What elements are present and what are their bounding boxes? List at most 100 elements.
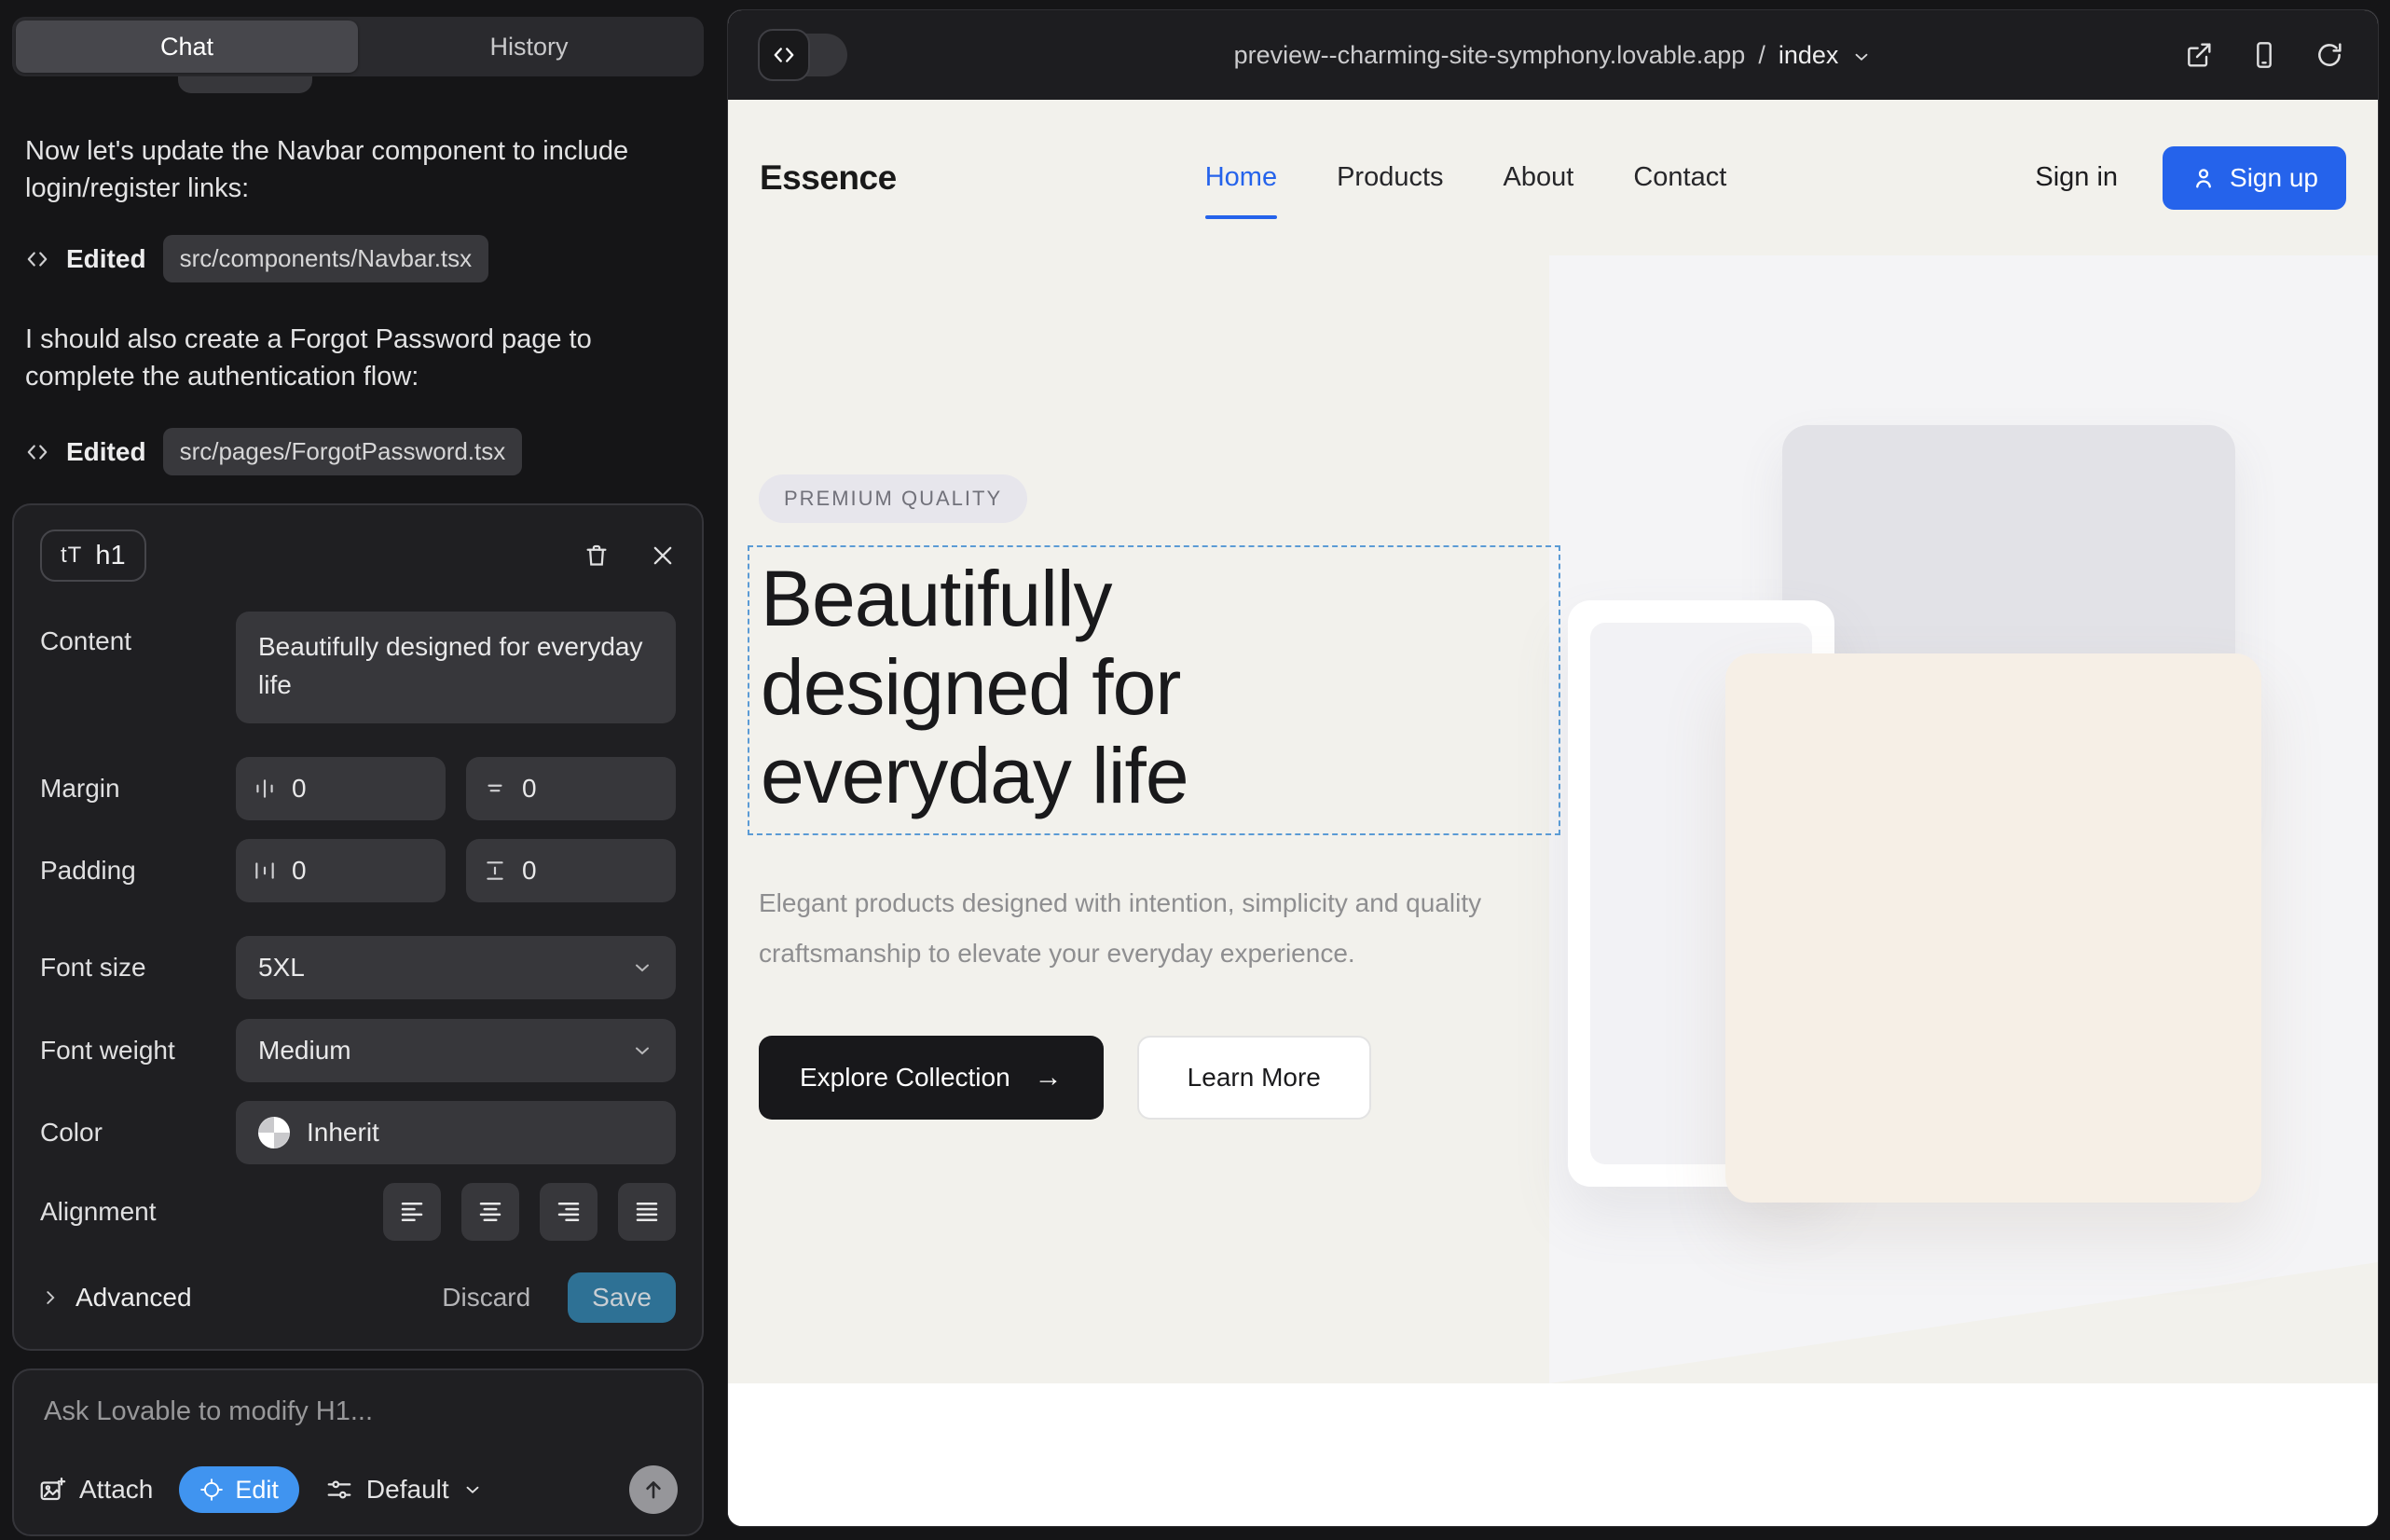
alignment-row: Alignment	[40, 1183, 676, 1241]
font-weight-label: Font weight	[40, 1036, 236, 1066]
chat-message-list[interactable]: Now let's update the Navbar component to…	[12, 76, 704, 503]
prompt-actions: Attach Edit Default	[38, 1465, 678, 1514]
advanced-label: Advanced	[76, 1283, 192, 1313]
edited-label: Edited	[66, 244, 146, 274]
default-label: Default	[366, 1475, 449, 1505]
margin-y-field[interactable]	[466, 757, 676, 820]
nav-link-products[interactable]: Products	[1337, 162, 1443, 193]
code-preview-toggle[interactable]	[762, 34, 847, 76]
nav-links: Home Products About Contact	[897, 162, 2036, 193]
attach-button[interactable]: Attach	[38, 1475, 153, 1505]
padding-y-input[interactable]	[522, 856, 578, 886]
hero-content: PREMIUM QUALITY Beautifully designed for…	[748, 474, 1560, 1120]
content-label: Content	[40, 612, 236, 656]
code-icon	[25, 440, 49, 464]
selection-outline[interactable]: Beautifully designed for everyday life	[748, 545, 1560, 835]
close-editor-button[interactable]	[650, 543, 676, 569]
hero-section: PREMIUM QUALITY Beautifully designed for…	[728, 255, 2378, 1383]
edited-file-row[interactable]: Edited src/pages/ForgotPassword.tsx	[25, 428, 691, 475]
explore-collection-button[interactable]: Explore Collection →	[759, 1036, 1104, 1120]
align-justify-button[interactable]	[618, 1183, 676, 1241]
arrow-right-icon: →	[1035, 1062, 1063, 1093]
url-bar[interactable]: preview--charming-site-symphony.lovable.…	[728, 41, 2378, 70]
toolbar-actions	[2184, 40, 2344, 70]
quality-badge: PREMIUM QUALITY	[759, 474, 1027, 523]
chevron-down-icon	[1851, 47, 1872, 67]
sign-in-button[interactable]: Sign in	[2035, 162, 2118, 193]
hero-cta-group: Explore Collection → Learn More	[759, 1036, 1560, 1120]
attach-label: Attach	[79, 1475, 153, 1505]
mobile-view-button[interactable]	[2249, 40, 2279, 70]
nav-link-contact[interactable]: Contact	[1633, 162, 1726, 193]
padding-y-field[interactable]	[466, 839, 676, 902]
edited-label: Edited	[66, 437, 146, 467]
model-default-selector[interactable]: Default	[325, 1475, 483, 1505]
content-input[interactable]: Beautifully designed for everyday life	[236, 612, 676, 723]
hero-heading[interactable]: Beautifully designed for everyday life	[761, 555, 1547, 820]
margin-vertical-icon	[483, 777, 507, 801]
sign-up-label: Sign up	[2230, 163, 2318, 193]
code-icon	[25, 247, 49, 271]
align-left-button[interactable]	[383, 1183, 441, 1241]
attach-image-icon	[38, 1476, 66, 1504]
delete-element-button[interactable]	[583, 542, 611, 570]
align-right-button[interactable]	[540, 1183, 598, 1241]
font-size-select[interactable]: 5XL	[236, 936, 676, 999]
font-size-row: Font size 5XL	[40, 936, 676, 999]
align-center-icon	[476, 1198, 504, 1226]
sign-up-button[interactable]: Sign up	[2163, 146, 2346, 210]
refresh-button[interactable]	[2314, 40, 2344, 70]
color-swatch	[258, 1117, 290, 1148]
prompt-input[interactable]	[38, 1389, 678, 1465]
discard-button[interactable]: Discard	[442, 1283, 530, 1313]
margin-label: Margin	[40, 774, 236, 804]
site-white-section	[728, 1383, 2378, 1526]
padding-vertical-icon	[483, 859, 507, 883]
file-chip[interactable]: src/pages/ForgotPassword.tsx	[163, 428, 523, 475]
align-center-button[interactable]	[461, 1183, 519, 1241]
save-button[interactable]: Save	[568, 1272, 676, 1323]
margin-row: Margin	[40, 757, 676, 820]
preview-url: preview--charming-site-symphony.lovable.…	[1234, 41, 1746, 70]
nav-link-home[interactable]: Home	[1205, 162, 1277, 193]
typography-icon: tT	[61, 543, 82, 569]
font-weight-select[interactable]: Medium	[236, 1019, 676, 1082]
margin-horizontal-icon	[253, 777, 277, 801]
edit-mode-button[interactable]: Edit	[179, 1466, 299, 1513]
chat-message: Now let's update the Navbar component to…	[25, 132, 674, 207]
open-external-button[interactable]	[2184, 40, 2214, 70]
tab-history[interactable]: History	[358, 21, 700, 73]
tab-chat[interactable]: Chat	[16, 21, 358, 73]
send-button[interactable]	[629, 1465, 678, 1514]
editor-header: tT h1	[40, 529, 676, 582]
margin-x-input[interactable]	[292, 774, 348, 804]
padding-row: Padding	[40, 839, 676, 902]
chevron-down-icon	[462, 1479, 483, 1500]
margin-y-input[interactable]	[522, 774, 578, 804]
chevron-right-icon	[40, 1287, 61, 1308]
font-size-label: Font size	[40, 953, 236, 983]
chevron-down-icon	[631, 1039, 653, 1062]
align-justify-icon	[633, 1198, 661, 1226]
refresh-icon	[2314, 40, 2344, 70]
site-content: Essence Home Products About Contact Sign…	[728, 100, 2378, 1526]
margin-x-field[interactable]	[236, 757, 446, 820]
close-icon	[650, 543, 676, 569]
padding-x-field[interactable]	[236, 839, 446, 902]
edited-file-row[interactable]: Edited src/components/Navbar.tsx	[25, 235, 691, 282]
padding-x-input[interactable]	[292, 856, 348, 886]
mobile-device-icon	[2249, 40, 2279, 70]
align-right-icon	[555, 1198, 583, 1226]
element-editor-panel: tT h1 Content Beautifull	[12, 503, 704, 1351]
file-chip[interactable]: src/components/Navbar.tsx	[163, 235, 489, 282]
color-select[interactable]: Inherit	[236, 1101, 676, 1164]
nav-link-about[interactable]: About	[1504, 162, 1574, 193]
person-icon	[2191, 165, 2217, 191]
preview-toolbar: preview--charming-site-symphony.lovable.…	[728, 10, 2378, 100]
brand-logo[interactable]: Essence	[760, 158, 897, 198]
advanced-toggle[interactable]: Advanced	[40, 1283, 192, 1313]
arrow-up-icon	[640, 1477, 666, 1503]
learn-more-button[interactable]: Learn More	[1137, 1036, 1371, 1120]
font-weight-value: Medium	[258, 1036, 351, 1066]
padding-label: Padding	[40, 856, 236, 886]
